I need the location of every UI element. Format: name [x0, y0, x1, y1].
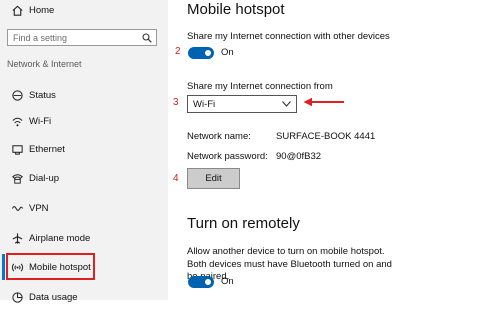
remote-section-title: Turn on remotely — [187, 215, 300, 232]
network-password-value: 90@0fB32 — [276, 151, 322, 162]
vpn-icon — [10, 201, 24, 215]
sidebar-item-vpn[interactable]: VPN — [0, 195, 168, 221]
sidebar-item-status[interactable]: Status — [0, 82, 168, 108]
sidebar-item-label: Ethernet — [29, 143, 65, 155]
sidebar-item-label: Wi-Fi — [29, 115, 52, 127]
step-4-marker: 4 — [173, 173, 179, 184]
search-icon — [142, 33, 152, 43]
chevron-down-icon — [282, 101, 291, 107]
share-label: Share my Internet connection with other … — [187, 31, 390, 42]
network-name-label: Network name: — [187, 131, 251, 142]
share-from-value: Wi-Fi — [193, 98, 216, 110]
wifi-icon — [10, 114, 24, 128]
remote-description: Allow another device to turn on mobile h… — [187, 246, 392, 282]
sidebar-item-airplane[interactable]: Airplane mode — [0, 225, 168, 251]
page-title: Mobile hotspot — [187, 1, 285, 18]
toggle-knob — [205, 50, 211, 56]
sidebar-item-data-usage[interactable]: Data usage — [0, 284, 168, 310]
sidebar: Home Find a setting Network & Internet S… — [0, 0, 168, 303]
sidebar-item-label: VPN — [29, 202, 49, 214]
sidebar-item-dialup[interactable]: Dial-up — [0, 165, 168, 191]
sidebar-item-label: Data usage — [29, 291, 78, 303]
remote-toggle-state: On — [221, 276, 234, 287]
network-password-label: Network password: — [187, 151, 268, 162]
nav-home[interactable]: Home — [0, 0, 168, 23]
search-placeholder: Find a setting — [13, 32, 68, 43]
step-3-marker: 3 — [173, 97, 179, 108]
sidebar-item-wifi[interactable]: Wi-Fi — [0, 108, 168, 134]
status-icon — [10, 88, 24, 102]
share-toggle[interactable] — [188, 47, 214, 59]
network-name-value: SURFACE-BOOK 4441 — [276, 131, 376, 142]
sidebar-item-label: Status — [29, 89, 56, 101]
sidebar-item-ethernet[interactable]: Ethernet — [0, 136, 168, 162]
data-usage-icon — [10, 290, 24, 304]
toggle-knob — [205, 279, 211, 285]
share-toggle-state: On — [221, 47, 234, 58]
section-heading: Network & Internet — [7, 59, 82, 69]
ethernet-icon — [10, 142, 24, 156]
edit-button[interactable]: Edit — [187, 168, 240, 189]
sidebar-item-label: Airplane mode — [29, 232, 91, 244]
sidebar-item-label: Dial-up — [29, 172, 60, 184]
nav-home-label: Home — [29, 4, 55, 16]
airplane-icon — [10, 231, 24, 245]
highlight-box-hotspot — [6, 253, 95, 280]
home-icon — [10, 3, 24, 17]
dialup-icon — [10, 171, 24, 185]
search-input[interactable]: Find a setting — [7, 29, 157, 46]
share-from-label: Share my Internet connection from — [187, 81, 333, 92]
share-from-dropdown[interactable]: Wi-Fi — [187, 95, 297, 113]
remote-toggle[interactable] — [188, 276, 214, 288]
annotation-arrow — [303, 97, 344, 107]
step-2-marker: 2 — [175, 46, 181, 57]
